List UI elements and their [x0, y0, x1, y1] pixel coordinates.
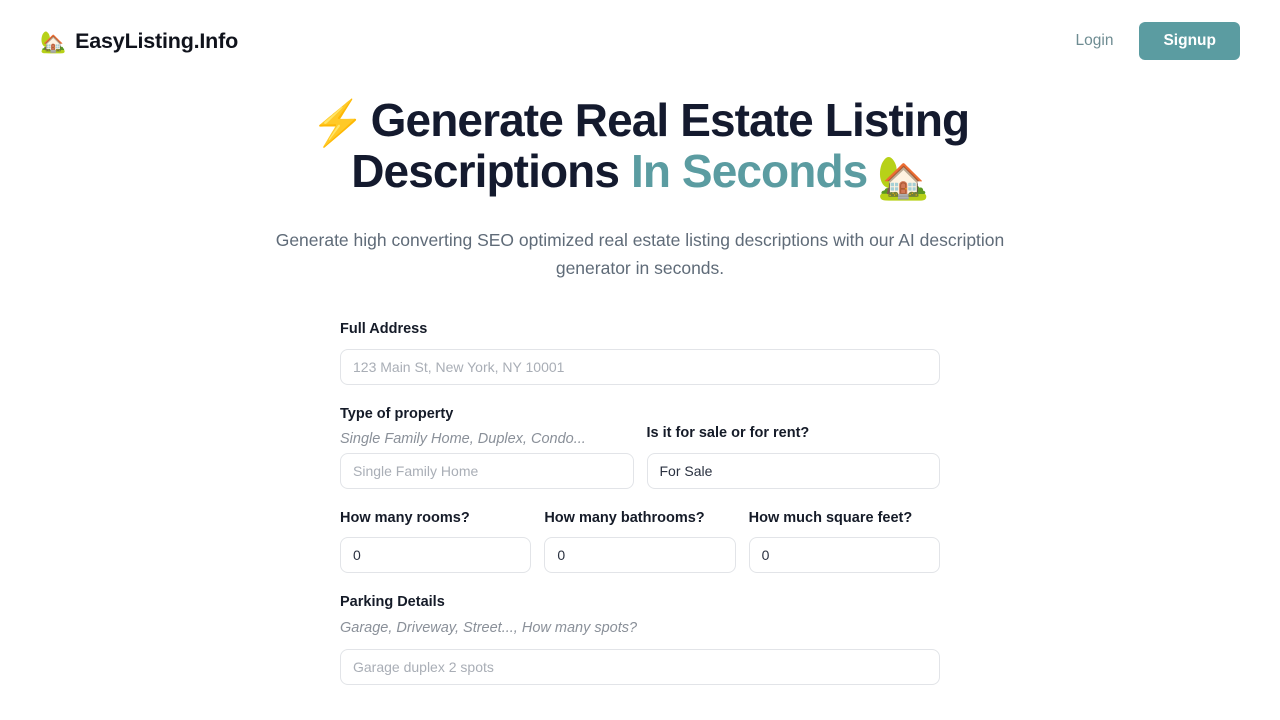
- house-with-garden-icon: 🏡: [40, 30, 67, 54]
- bathrooms-input[interactable]: [544, 537, 736, 574]
- main-navigation: Login Signup: [1072, 22, 1240, 60]
- sale-or-rent-input[interactable]: [646, 452, 940, 489]
- field-square-feet: How much square feet?: [748, 509, 940, 574]
- site-header: 🏡 EasyListing.Info Login Signup: [0, 0, 1280, 82]
- signup-button[interactable]: Signup: [1139, 22, 1240, 60]
- house-with-garden-hero-icon: 🏡: [877, 154, 929, 202]
- sale-or-rent-label: Is it for sale or for rent?: [646, 425, 810, 442]
- field-bathrooms: How many bathrooms?: [544, 509, 736, 574]
- field-parking-details: Parking Details Garage, Driveway, Street…: [340, 593, 940, 685]
- page-title: ⚡ Generate Real Estate Listing Descriptio…: [290, 96, 990, 200]
- parking-details-hint: Garage, Driveway, Street..., How many sp…: [340, 619, 638, 636]
- property-type-hint: Single Family Home, Duplex, Condo...: [340, 431, 586, 448]
- rooms-label: How many rooms?: [340, 509, 470, 526]
- field-full-address: Full Address: [340, 320, 940, 385]
- parking-details-label: Parking Details: [340, 594, 445, 611]
- page-subtitle: Generate high converting SEO optimized r…: [275, 230, 1005, 279]
- square-feet-label: How much square feet?: [748, 509, 913, 526]
- rooms-input[interactable]: [340, 537, 532, 574]
- property-type-label: Type of property: [340, 405, 454, 422]
- page-title-accent: In Seconds: [630, 145, 868, 198]
- listing-generator-form: Full Address Type of property Single Fam…: [340, 320, 940, 685]
- full-address-input[interactable]: [340, 348, 940, 385]
- property-type-row: Type of property Single Family Home, Dup…: [340, 405, 940, 489]
- brand-name: EasyListing.Info: [75, 28, 239, 53]
- brand-logo-link[interactable]: 🏡 EasyListing.Info: [40, 29, 238, 54]
- page-title-line-1: Generate Real Estate: [370, 94, 814, 146]
- parking-details-input[interactable]: [340, 648, 940, 685]
- hero-section: ⚡ Generate Real Estate Listing Descriptio…: [0, 82, 1280, 282]
- square-feet-input[interactable]: [748, 537, 940, 574]
- field-rooms: How many rooms?: [340, 509, 532, 574]
- high-voltage-icon: ⚡: [310, 99, 366, 148]
- bathrooms-label: How many bathrooms?: [544, 509, 705, 526]
- full-address-label: Full Address: [340, 321, 428, 338]
- field-sale-or-rent: Is it for sale or for rent?: [646, 405, 940, 489]
- login-link[interactable]: Login: [1072, 26, 1118, 56]
- property-type-input[interactable]: [340, 452, 634, 489]
- field-property-type: Type of property Single Family Home, Dup…: [340, 405, 634, 489]
- property-size-row: How many rooms? How many bathrooms? How …: [340, 509, 940, 574]
